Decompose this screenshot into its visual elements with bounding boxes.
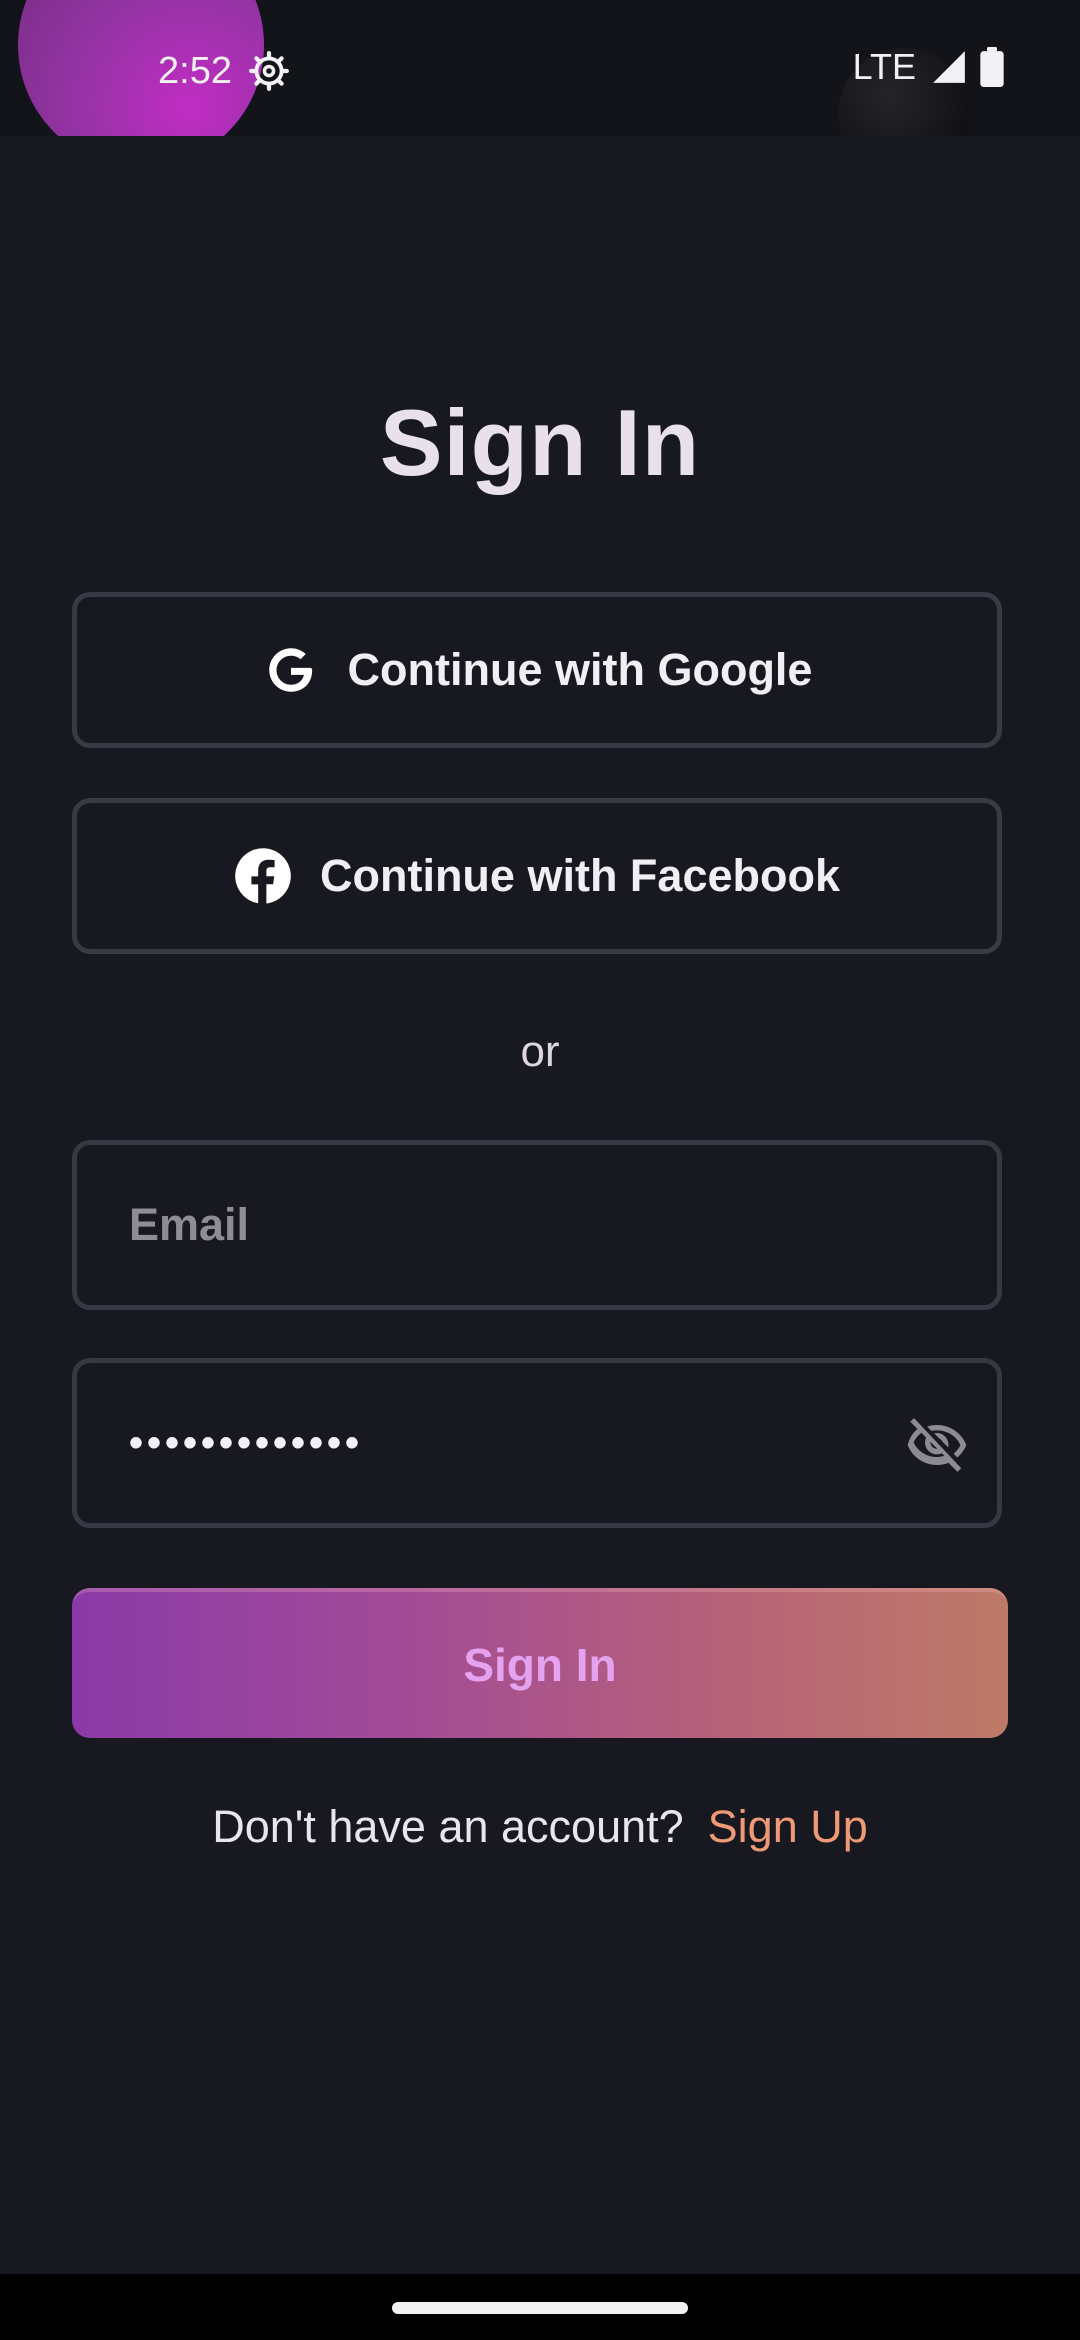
facebook-icon — [235, 848, 291, 905]
password-visibility-toggle[interactable] — [905, 1413, 969, 1477]
signup-prompt: Don't have an account? — [212, 1801, 684, 1852]
status-right: LTE — [853, 44, 1004, 90]
password-field[interactable] — [129, 1363, 889, 1523]
eye-off-icon — [907, 1418, 967, 1472]
continue-with-google-button[interactable]: Continue with Google — [72, 592, 1002, 748]
signal-icon — [933, 51, 965, 83]
status-time: 2:52 — [158, 50, 232, 92]
google-icon — [268, 648, 314, 692]
page-title: Sign In — [379, 390, 701, 495]
or-divider: or — [520, 1027, 560, 1076]
battery-icon — [980, 47, 1004, 87]
google-button-label: Continue with Google — [347, 644, 813, 695]
facebook-button-label: Continue with Facebook — [319, 850, 840, 901]
gear-icon — [249, 51, 289, 91]
sign-in-button[interactable]: Sign In — [72, 1588, 1008, 1738]
email-field-container — [72, 1140, 1002, 1310]
network-type: LTE — [852, 46, 916, 87]
home-indicator[interactable] — [392, 2302, 688, 2314]
continue-with-facebook-button[interactable]: Continue with Facebook — [72, 798, 1002, 954]
password-field-container — [72, 1358, 1002, 1528]
email-field[interactable] — [129, 1145, 889, 1305]
sign-up-link[interactable]: Sign Up — [708, 1801, 868, 1852]
status-bar: 2:52 LTE — [0, 0, 1080, 136]
signup-row: Don't have an account? Sign Up — [0, 1800, 1080, 1854]
